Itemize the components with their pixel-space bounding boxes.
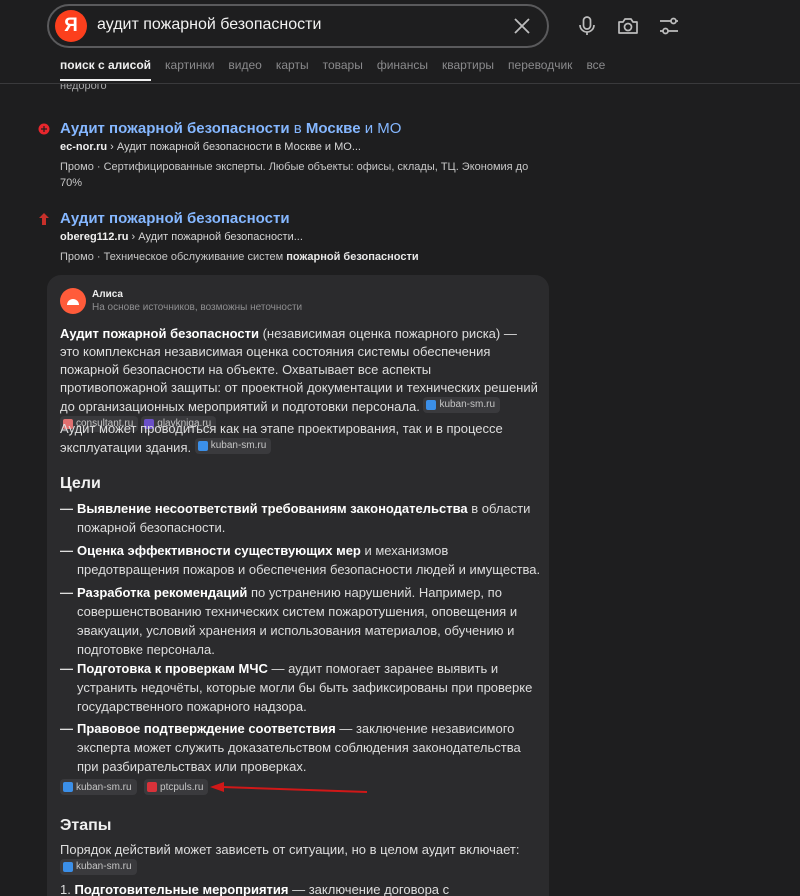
filter-icon[interactable]	[657, 14, 681, 38]
alice-name: Алиса	[92, 289, 123, 300]
ad-url[interactable]: ec-nor.ru › Аудит пожарной безопасности …	[60, 141, 361, 153]
close-icon[interactable]	[511, 15, 533, 37]
source-chip[interactable]: ptcpuls.ru	[144, 779, 209, 795]
search-tabs: поиск с алисой картинки видео карты това…	[60, 58, 619, 81]
stages-heading: Этапы	[60, 817, 112, 834]
goal-item: — Разработка рекомендаций по устранению н…	[60, 585, 518, 657]
tab-apartments[interactable]: квартиры	[442, 58, 494, 81]
goal-item: — Оценка эффективности существующих мер и…	[60, 543, 541, 577]
source-chip[interactable]: kuban-sm.ru	[194, 438, 272, 454]
ec-nor-favicon-icon	[38, 123, 50, 135]
camera-icon[interactable]	[616, 14, 640, 38]
goals-sources: kuban-sm.ru ptcpuls.ru	[60, 779, 211, 798]
source-chip[interactable]: kuban-sm.ru	[60, 859, 137, 875]
microphone-icon[interactable]	[575, 14, 599, 38]
ad-description: Промо · Сертифицированные эксперты. Любы…	[60, 161, 529, 189]
goals-heading: Цели	[60, 475, 101, 492]
goal-item: — Правовое подтверждение соответствия — з…	[60, 721, 521, 774]
tab-finance[interactable]: финансы	[377, 58, 428, 81]
source-chip[interactable]: kuban-sm.ru	[60, 779, 137, 795]
stage-item: 1. Подготовительные мероприятия — заключ…	[60, 882, 450, 896]
search-query-input[interactable]: аудит пожарной безопасности	[97, 16, 321, 34]
alice-disclaimer: На основе источников, возможны неточност…	[92, 302, 303, 313]
alice-answer-card: Алиса На основе источников, возможны нет…	[47, 275, 549, 896]
obereg-favicon-icon	[39, 213, 49, 225]
tab-video[interactable]: видео	[228, 58, 261, 81]
tab-translator[interactable]: переводчик	[508, 58, 572, 81]
alice-avatar	[60, 288, 86, 314]
goal-item: — Выявление несоответствий требованиям за…	[60, 501, 531, 535]
source-chip[interactable]: kuban-sm.ru	[423, 397, 501, 413]
tab-images[interactable]: картинки	[165, 58, 214, 81]
tab-all[interactable]: все	[586, 58, 605, 81]
alice-paragraph-2: Аудит может проводиться как на этапе про…	[60, 421, 503, 455]
ad-title-link[interactable]: Аудит пожарной безопасности	[60, 210, 290, 227]
search-box[interactable]: Я аудит пожарной безопасности	[47, 4, 549, 48]
ad-title-link[interactable]: Аудит пожарной безопасности в Москве и М…	[60, 120, 401, 137]
ad-description: Промо · Техническое обслуживание систем …	[60, 251, 419, 263]
stages-intro: Порядок действий может зависеть от ситуа…	[60, 841, 538, 878]
alice-intro-paragraph: Аудит пожарной безопасности (независимая…	[60, 325, 538, 435]
tab-maps[interactable]: карты	[276, 58, 309, 81]
search-header: Я аудит пожарной безопасности поиск с ал…	[0, 0, 800, 84]
goal-item: — Подготовка к проверкам МЧС — аудит помо…	[60, 661, 533, 714]
ad-url[interactable]: obereg112.ru › Аудит пожарной безопаснос…	[60, 231, 303, 243]
yandex-logo[interactable]: Я	[55, 10, 87, 42]
tab-alice[interactable]: поиск с алисой	[60, 58, 152, 81]
tab-products[interactable]: товары	[323, 58, 363, 81]
